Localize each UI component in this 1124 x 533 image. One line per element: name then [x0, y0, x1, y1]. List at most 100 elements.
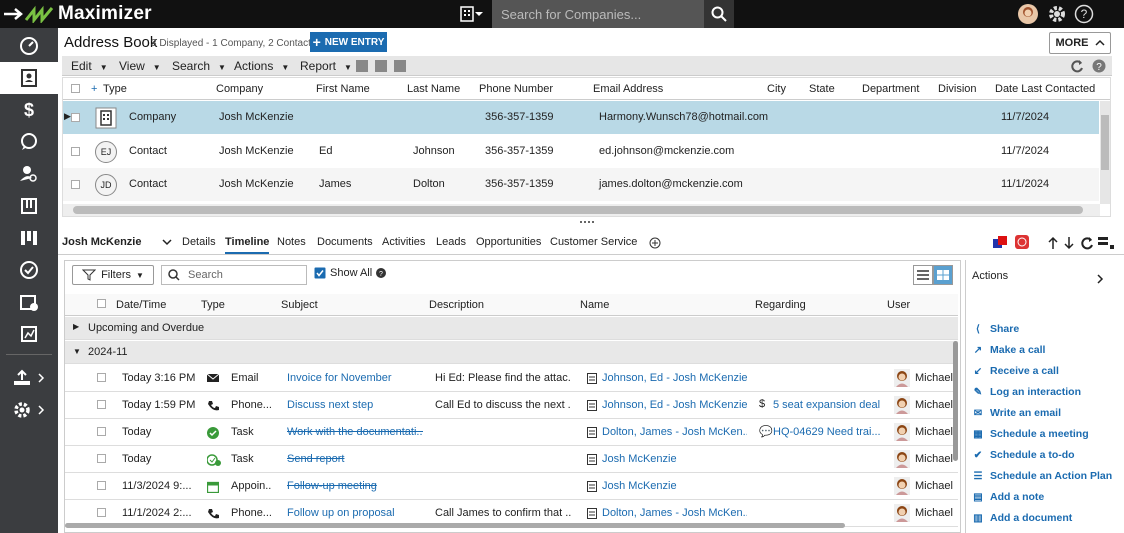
chevron-right-icon[interactable] — [1096, 274, 1104, 284]
grid-view-button[interactable] — [933, 265, 953, 285]
col-description[interactable]: Description — [429, 299, 484, 311]
sidebar-item-pipeline[interactable] — [0, 222, 58, 254]
action-item[interactable]: ✉ Write an email — [972, 407, 1061, 419]
add-column-icon[interactable]: + — [91, 83, 97, 95]
col-state[interactable]: State — [809, 83, 835, 95]
timeline-search-input[interactable]: Search — [161, 265, 307, 285]
cell-name-link[interactable]: Johnson, Ed - Josh McKenzie — [602, 399, 747, 411]
cell-regarding-link[interactable]: 5 seat expansion deal — [773, 399, 885, 411]
refresh-icon[interactable] — [1080, 236, 1094, 250]
col-regarding[interactable]: Regarding — [755, 299, 806, 311]
scroll-thumb[interactable] — [73, 206, 1083, 214]
action-item[interactable]: ▤ Add a note — [972, 491, 1044, 503]
sidebar-item-address-book[interactable] — [0, 62, 58, 94]
tab-customer-service[interactable]: Customer Service — [550, 236, 637, 248]
action-item[interactable]: ↙ Receive a call — [972, 365, 1059, 377]
col-email[interactable]: Email Address — [593, 83, 663, 95]
col-department[interactable]: Department — [862, 83, 919, 95]
cell-name-link[interactable]: Dolton, James - Josh McKen... — [602, 507, 747, 519]
action-item[interactable]: ✎ Log an interaction — [972, 386, 1081, 398]
sidebar-item-reports[interactable] — [0, 318, 58, 350]
row-checkbox[interactable] — [97, 481, 106, 490]
timeline-vertical-scrollbar[interactable] — [953, 341, 958, 461]
tab-timeline[interactable]: Timeline — [225, 236, 270, 254]
menu-search[interactable]: Search ▼ — [172, 59, 226, 73]
cell-subject-link[interactable]: Follow up on proposal — [287, 507, 423, 519]
show-all-toggle[interactable]: Show All ? — [314, 267, 387, 279]
cell-name-link[interactable]: Josh McKenzie — [602, 453, 747, 465]
cell-regarding-link[interactable]: HQ-04629 Need trai... — [773, 426, 885, 438]
col-division[interactable]: Division — [938, 83, 977, 95]
grid-row[interactable]: EJ Contact Josh McKenzie Ed Johnson 356-… — [63, 135, 1099, 168]
row-checkbox[interactable] — [97, 400, 106, 409]
sidebar-item-customer-service[interactable] — [0, 126, 58, 158]
cell-name-link[interactable]: Josh McKenzie — [602, 480, 747, 492]
cell-subject-link[interactable]: Follow-up meeting — [287, 480, 423, 492]
action-item[interactable]: ✔ Schedule a to-do — [972, 449, 1075, 461]
select-all-checkbox[interactable] — [71, 84, 80, 93]
cell-name-link[interactable]: Johnson, Ed - Josh McKenzie — [602, 372, 747, 384]
filters-button[interactable]: Filters ▼ — [72, 265, 154, 285]
tab-documents[interactable]: Documents — [317, 236, 373, 248]
col-city[interactable]: City — [767, 83, 786, 95]
action-item[interactable]: ⟨ Share — [972, 323, 1019, 335]
tab-opportunities[interactable]: Opportunities — [476, 236, 541, 248]
help-button[interactable]: ? — [1073, 3, 1095, 25]
row-checkbox[interactable] — [71, 180, 80, 189]
action-item[interactable]: ▦ Schedule a meeting — [972, 428, 1088, 440]
menu-report[interactable]: Report ▼ — [300, 59, 352, 73]
menu-actions[interactable]: Actions ▼ — [234, 59, 289, 73]
sidebar-item-import[interactable] — [0, 362, 58, 394]
menu-view[interactable]: View ▼ — [119, 59, 161, 73]
tab-leads[interactable]: Leads — [436, 236, 466, 248]
cell-subject-link[interactable]: Send report — [287, 453, 423, 465]
col-user[interactable]: User — [887, 299, 910, 311]
app-badge-icon[interactable] — [1014, 234, 1030, 250]
col-phone[interactable]: Phone Number — [479, 83, 553, 95]
cell-subject-link[interactable]: Work with the documentati... — [287, 426, 423, 438]
search-button[interactable] — [704, 0, 734, 28]
row-checkbox[interactable] — [71, 147, 80, 156]
grid-horizontal-scrollbar[interactable] — [63, 204, 1100, 216]
tab-notes[interactable]: Notes — [277, 236, 306, 248]
entry-type-selector[interactable] — [460, 4, 490, 24]
sidebar-item-tasks[interactable] — [0, 254, 58, 286]
list-view-button[interactable] — [913, 265, 933, 285]
col-name[interactable]: Name — [580, 299, 609, 311]
tab-details[interactable]: Details — [182, 236, 216, 248]
action-item[interactable]: ↗ Make a call — [972, 344, 1046, 356]
splitter-handle[interactable] — [580, 221, 594, 225]
timeline-row[interactable]: Today Task Work with the documentati... … — [65, 419, 958, 446]
sidebar-item-dashboard[interactable] — [0, 30, 58, 62]
integration-icon[interactable] — [992, 235, 1008, 251]
row-checkbox[interactable] — [97, 508, 106, 517]
grid-row-selected[interactable]: ▶ Company Josh McKenzie 356-357-1359 Har… — [63, 101, 1099, 134]
sidebar-item-settings[interactable] — [0, 394, 58, 426]
search-input[interactable]: Search for Companies... — [492, 0, 704, 28]
sidebar-item-leads[interactable] — [0, 158, 58, 190]
layout-icon[interactable] — [1098, 237, 1114, 249]
group-upcoming[interactable]: ▶ Upcoming and Overdue — [65, 317, 958, 340]
timeline-row[interactable]: Today 1:59 PM Phone... Discuss next step… — [65, 392, 958, 419]
row-checkbox[interactable] — [97, 454, 106, 463]
office-export-icons[interactable] — [356, 59, 410, 73]
chevron-down-icon[interactable] — [162, 238, 172, 246]
grid-row[interactable]: JD Contact Josh McKenzie James Dolton 35… — [63, 168, 1099, 201]
timeline-row[interactable]: Today 3:16 PM Email Invoice for November… — [65, 365, 958, 392]
col-company[interactable]: Company — [216, 83, 263, 95]
menu-edit[interactable]: Edit ▼ — [71, 59, 108, 73]
col-date-last-contacted[interactable]: Date Last Contacted — [995, 83, 1095, 95]
timeline-horizontal-scrollbar[interactable] — [65, 523, 845, 528]
app-logo[interactable]: Maximizer — [4, 2, 152, 26]
action-item[interactable]: ☰ Schedule an Action Plan — [972, 470, 1113, 482]
cell-subject-link[interactable]: Invoice for November — [287, 372, 423, 384]
col-type[interactable]: Type — [201, 299, 225, 311]
row-checkbox[interactable] — [97, 373, 106, 382]
row-checkbox[interactable] — [71, 113, 80, 122]
grid-vertical-scrollbar[interactable] — [1100, 101, 1110, 204]
help-icon[interactable]: ? — [1092, 59, 1106, 73]
action-item[interactable]: ▥ Add a document — [972, 512, 1072, 524]
arrow-up-icon[interactable] — [1048, 236, 1058, 250]
col-subject[interactable]: Subject — [281, 299, 318, 311]
settings-button[interactable] — [1046, 3, 1068, 25]
